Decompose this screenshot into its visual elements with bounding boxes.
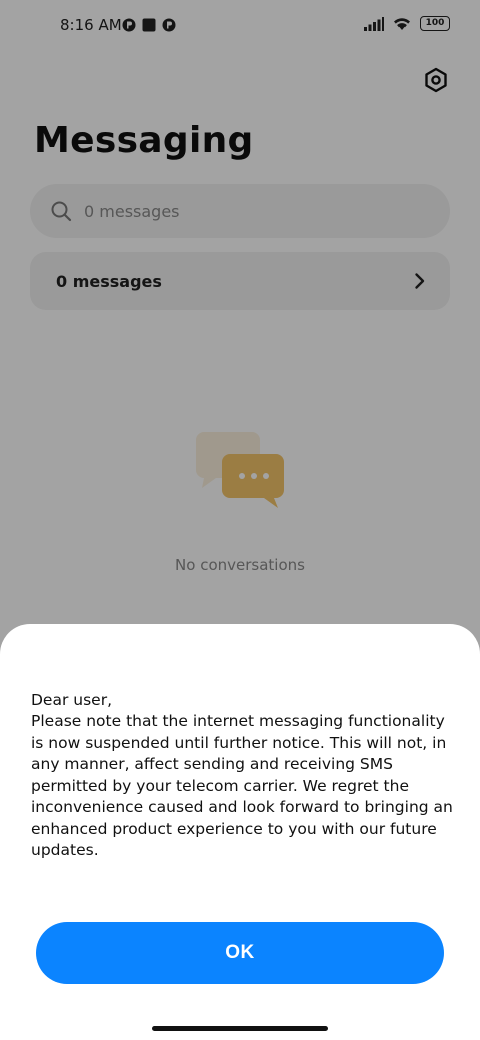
dialog-message: Please note that the internet messaging … — [31, 712, 453, 859]
ok-button[interactable]: OK — [36, 922, 444, 984]
notice-dialog: Dear user, Please note that the internet… — [0, 624, 480, 1040]
dialog-greeting: Dear user, — [31, 691, 113, 709]
home-indicator[interactable] — [152, 1026, 328, 1031]
